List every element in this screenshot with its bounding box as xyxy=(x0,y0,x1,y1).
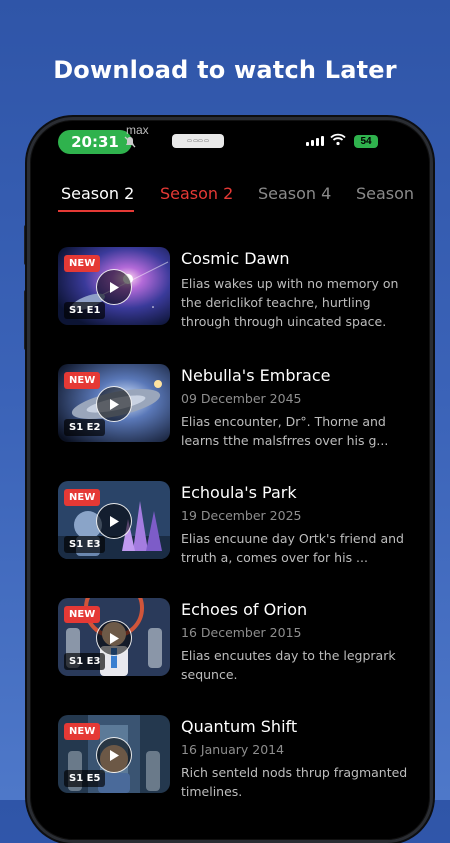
new-badge: NEW xyxy=(64,489,101,506)
episode-item[interactable]: NEW S1 E2 Nebulla's Embrace 09 December … xyxy=(58,364,430,481)
episode-description: Elias wakes up with no memory on the der… xyxy=(181,276,399,329)
status-bar: 20:31 max ▭ ▭▭ ▭ 54 xyxy=(30,120,430,160)
new-badge: NEW xyxy=(64,606,101,623)
episode-number-badge: S1 E5 xyxy=(64,770,106,787)
play-icon[interactable] xyxy=(96,737,132,773)
episode-description: Elias encounter, Dr°. Thorne and learns … xyxy=(181,414,389,448)
play-icon[interactable] xyxy=(96,503,132,539)
episode-title[interactable]: Quantum Shift xyxy=(181,717,411,736)
episode-date: 19 December 2025 xyxy=(181,508,302,523)
episode-info: Nebulla's Embrace 09 December 2045 Elias… xyxy=(181,366,411,450)
episode-info: Cosmic Dawn Elias wakes up with no memor… xyxy=(181,249,411,331)
tab-season-more[interactable]: Season xyxy=(356,184,414,203)
new-badge: NEW xyxy=(64,723,101,740)
episode-info: Quantum Shift 16 January 2014 Rich sente… xyxy=(181,717,411,801)
active-tab-indicator xyxy=(58,210,134,212)
new-badge: NEW xyxy=(64,372,101,389)
play-icon[interactable] xyxy=(96,386,132,422)
episode-description: Elias encuune day Ortk's friend and trru… xyxy=(181,531,404,565)
episode-number-badge: S1 E3 xyxy=(64,653,106,670)
cellular-signal-icon xyxy=(306,136,324,146)
episode-item[interactable]: NEW S1 E1 Cosmic Dawn Elias wakes up wit… xyxy=(58,247,430,364)
episode-item[interactable]: NEW S1 E3 Echoes of Orion 16 December 20… xyxy=(58,598,430,715)
play-icon[interactable] xyxy=(96,269,132,305)
episode-number-badge: S1 E1 xyxy=(64,302,106,319)
episode-thumbnail[interactable]: NEW S1 E2 xyxy=(58,364,170,442)
episode-date: 16 December 2015 xyxy=(181,625,302,640)
episode-description: Elias encuutes day to the legprark sequn… xyxy=(181,648,396,682)
wifi-icon xyxy=(330,133,346,151)
episode-date: 09 December 2045 xyxy=(181,391,302,406)
episode-thumbnail[interactable]: NEW S1 E5 xyxy=(58,715,170,793)
episode-thumbnail[interactable]: NEW S1 E3 xyxy=(58,598,170,676)
phone-frame: 20:31 max ▭ ▭▭ ▭ 54 Season 2 Season 2 Se… xyxy=(27,117,433,843)
new-badge: NEW xyxy=(64,255,101,272)
headline: Download to watch Later xyxy=(53,56,397,84)
episode-date: 16 January 2014 xyxy=(181,742,285,757)
tab-season-4[interactable]: Season 4 xyxy=(258,184,331,203)
episode-title[interactable]: Cosmic Dawn xyxy=(181,249,411,268)
dynamic-island-icon: ▭ ▭▭ ▭ xyxy=(172,134,224,148)
episode-number-badge: S1 E3 xyxy=(64,536,106,553)
tab-season-2-alt[interactable]: Season 2 xyxy=(160,184,233,203)
episode-item[interactable]: NEW S1 E3 Echoula's Park 19 December 202… xyxy=(58,481,430,598)
episode-thumbnail[interactable]: NEW S1 E3 xyxy=(58,481,170,559)
play-icon[interactable] xyxy=(96,620,132,656)
bell-muted-icon xyxy=(124,136,136,151)
status-time: 20:31 xyxy=(58,130,132,154)
episode-title[interactable]: Echoes of Orion xyxy=(181,600,411,619)
episode-info: Echoula's Park 19 December 2025 Elias en… xyxy=(181,483,411,567)
episode-title[interactable]: Echoula's Park xyxy=(181,483,411,502)
episode-description: Rich senteld nods thrup fragmanted timel… xyxy=(181,765,408,799)
episode-item[interactable]: NEW S1 E5 Quantum Shift 16 January 2014 … xyxy=(58,715,430,832)
episode-title[interactable]: Nebulla's Embrace xyxy=(181,366,411,385)
tab-season-2[interactable]: Season 2 xyxy=(61,184,134,203)
app-label: max xyxy=(126,123,149,137)
episode-thumbnail[interactable]: NEW S1 E1 xyxy=(58,247,170,325)
episode-number-badge: S1 E2 xyxy=(64,419,106,436)
episode-info: Echoes of Orion 16 December 2015 Elias e… xyxy=(181,600,411,684)
battery-indicator: 54 xyxy=(354,135,378,148)
episode-list: NEW S1 E1 Cosmic Dawn Elias wakes up wit… xyxy=(58,247,430,832)
